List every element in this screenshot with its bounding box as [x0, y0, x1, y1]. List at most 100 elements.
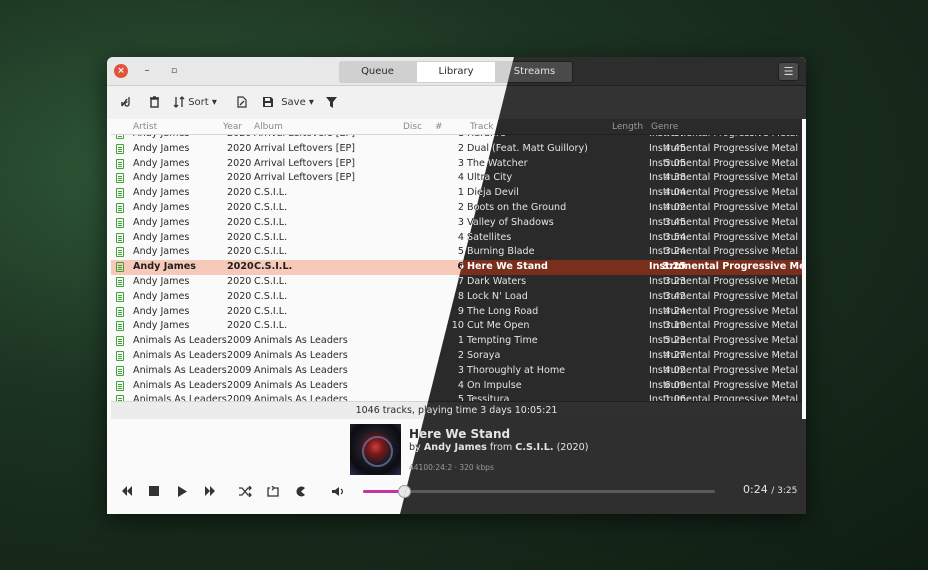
track-album: C.S.I.L.: [254, 216, 288, 228]
audio-file-icon: [116, 291, 124, 302]
tab-queue[interactable]: Queue: [339, 61, 416, 83]
track-artist: Andy James: [133, 305, 190, 317]
previous-icon[interactable]: [121, 486, 133, 496]
track-artist: Andy James: [133, 142, 190, 154]
track-title: Lock N' Load: [467, 290, 528, 302]
sort-label: Sort ▾: [188, 97, 217, 108]
track-title: The Long Road: [467, 305, 539, 317]
track-album: Animals As Leaders: [254, 394, 348, 401]
repeat-icon[interactable]: [267, 486, 279, 497]
hamburger-menu-icon[interactable]: ☰: [778, 62, 799, 81]
track-genre: Instrumental Progressive Metal: [649, 364, 799, 376]
now-playing-album: C.S.I.L.: [515, 442, 554, 453]
track-year: 2009: [227, 335, 252, 347]
audio-file-icon: [116, 143, 124, 154]
track-number: 10: [451, 320, 464, 332]
track-year: 2020: [227, 246, 252, 258]
sort-button[interactable]: Sort ▾: [173, 96, 217, 110]
track-album: C.S.I.L.: [254, 261, 293, 273]
track-number: 4: [457, 379, 464, 391]
track-genre: Instrumental Progressive Metal: [649, 216, 799, 228]
track-album: C.S.I.L.: [254, 305, 288, 317]
audio-file-icon: [116, 173, 124, 184]
stop-icon[interactable]: [149, 486, 159, 496]
track-genre: Instrumental Progressive Metal: [649, 379, 799, 391]
sort-icon: [173, 96, 185, 108]
minimize-icon[interactable]: –: [140, 64, 154, 78]
add-to-playlist-icon[interactable]: [121, 96, 134, 110]
audio-file-icon: [116, 188, 124, 199]
track-artist: Andy James: [133, 172, 190, 184]
save-label: Save ▾: [281, 97, 314, 108]
track-number: 1: [457, 187, 464, 199]
track-year: 2020: [227, 172, 252, 184]
audio-file-icon: [116, 262, 124, 273]
consume-icon[interactable]: [295, 486, 307, 497]
track-album: Animals As Leaders: [254, 335, 348, 347]
track-number: 2: [457, 349, 464, 361]
track-year: 2020: [227, 216, 252, 228]
track-genre: Instrumental Progressive Metal: [649, 349, 799, 361]
track-album: C.S.I.L.: [254, 187, 288, 199]
track-number: 1: [457, 335, 464, 347]
track-title: Burning Blade: [467, 246, 535, 258]
track-year: 2020: [227, 201, 252, 213]
shuffle-icon[interactable]: [239, 486, 252, 497]
track-title: Tessitura: [467, 394, 510, 401]
column-number[interactable]: #: [435, 122, 443, 132]
filter-icon[interactable]: [326, 96, 337, 110]
column-album[interactable]: Album: [254, 122, 283, 132]
seek-slider[interactable]: [400, 485, 715, 498]
track-genre: Instrumental Progressive Metal: [649, 172, 799, 184]
column-year[interactable]: Year: [223, 122, 242, 132]
app-window: × – ▫ Queue Library Streams ☰ Sort ▾ Sav…: [107, 57, 806, 514]
audio-format: 44100:24:2 · 320 kbps: [409, 463, 494, 472]
track-number: 5: [457, 246, 464, 258]
track-artist: Animals As Leaders: [133, 364, 227, 376]
track-album: Animals As Leaders: [254, 349, 348, 361]
time-display: 0:24 / 3:25: [743, 483, 797, 496]
track-album: C.S.I.L.: [254, 275, 288, 287]
from-word: from: [489, 442, 513, 453]
track-genre: Instrumental Progressive Metal: [649, 246, 799, 258]
audio-file-icon: [116, 380, 124, 391]
track-genre: Instrumental Progressive Metal: [649, 157, 799, 169]
audio-file-icon: [116, 306, 124, 317]
now-playing-artist: Andy James: [423, 442, 487, 453]
save-button[interactable]: Save ▾: [262, 96, 314, 110]
column-disc[interactable]: Disc: [403, 122, 422, 132]
track-genre: Instrumental Progressive Metal: [649, 231, 799, 243]
track-title: Thoroughly at Home: [467, 364, 566, 376]
play-icon[interactable]: [177, 486, 187, 497]
column-length[interactable]: Length: [612, 122, 643, 132]
track-artist: Andy James: [133, 275, 190, 287]
audio-file-icon: [116, 336, 124, 347]
column-artist[interactable]: Artist: [133, 122, 157, 132]
maximize-icon[interactable]: ▫: [167, 64, 181, 78]
track-genre: Instrumental Progressive Metal: [649, 320, 799, 332]
total-time: / 3:25: [771, 486, 798, 496]
tab-library[interactable]: Library: [416, 61, 496, 83]
save-icon: [263, 97, 273, 107]
track-artist: Andy James: [133, 201, 190, 213]
trash-icon[interactable]: [149, 96, 160, 110]
track-album: C.S.I.L.: [254, 231, 288, 243]
track-artist: Andy James: [133, 216, 190, 228]
column-genre[interactable]: Genre: [651, 122, 678, 132]
audio-file-icon: [116, 321, 124, 332]
volume-icon[interactable]: [332, 486, 344, 497]
column-track[interactable]: Track: [470, 122, 494, 132]
track-year: 2020: [227, 157, 252, 169]
track-album: C.S.I.L.: [254, 290, 288, 302]
track-artist: Andy James: [133, 290, 190, 302]
track-artist: Andy James: [133, 246, 190, 258]
audio-file-icon: [116, 276, 124, 287]
track-year: 2009: [227, 349, 252, 361]
edit-tags-icon[interactable]: [236, 96, 248, 110]
track-year: 2020: [227, 305, 252, 317]
close-icon[interactable]: ×: [114, 64, 128, 78]
next-icon[interactable]: [204, 486, 216, 496]
track-genre: Instrumental Progressive Metal: [649, 290, 799, 302]
track-number: 5: [457, 394, 464, 401]
track-genre: Instrumental Progressive Metal: [649, 394, 799, 401]
